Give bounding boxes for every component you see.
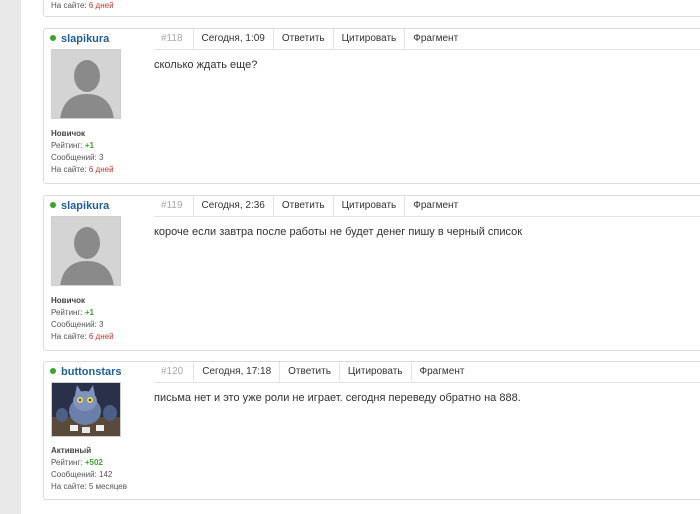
author-messages: Сообщений: 3: [51, 153, 104, 162]
author-rating: Рейтинг: +1: [51, 141, 94, 150]
quote-button[interactable]: Цитировать: [332, 29, 405, 49]
previous-post-stub: На сайте: 6 дней: [43, 0, 700, 17]
post-message: короче если завтра после работы не будет…: [154, 226, 523, 238]
author-rating: Рейтинг: +502: [51, 458, 103, 467]
online-status-icon: [50, 35, 56, 41]
author-messages: Сообщений: 142: [51, 470, 113, 479]
author-messages: Сообщений: 3: [51, 320, 104, 329]
online-status-icon: [50, 368, 56, 374]
fragment-button[interactable]: Фрагмент: [410, 362, 473, 382]
reply-button[interactable]: Ответить: [272, 196, 333, 216]
author-rating: Рейтинг: +1: [51, 308, 94, 317]
avatar[interactable]: [51, 49, 121, 119]
forum-post-119: slapikura Новичок Рейтинг: +1 Сообщений:…: [43, 195, 700, 351]
post-time: Сегодня, 1:09: [192, 29, 273, 49]
post-author-block: slapikura Новичок Рейтинг: +1 Сообщений:…: [44, 29, 149, 183]
post-toolbar: #118 Сегодня, 1:09 Ответить Цитировать Фрагм…: [154, 29, 700, 50]
post-number-link[interactable]: #120: [154, 362, 193, 382]
post-number-link[interactable]: #119: [154, 196, 193, 216]
author-name-link[interactable]: slapikura: [50, 32, 109, 46]
author-online: На сайте: 6 дней: [51, 332, 114, 341]
post-time: Сегодня, 2:36: [192, 196, 273, 216]
default-avatar-icon: [52, 50, 120, 118]
author-stats: Активный Рейтинг: +502 Сообщений: 142 На…: [51, 445, 127, 493]
fragment-button[interactable]: Фрагмент: [404, 196, 466, 216]
quote-button[interactable]: Цитировать: [332, 196, 405, 216]
left-gutter: [0, 0, 21, 514]
post-time: Сегодня, 17:18: [193, 362, 279, 382]
avatar[interactable]: [51, 216, 121, 286]
author-online: На сайте: 5 месяцев: [51, 482, 128, 491]
author-rank: Новичок: [51, 296, 86, 305]
post-toolbar: #120 Сегодня, 17:18 Ответить Цитировать Фраг…: [154, 362, 700, 383]
post-message: письма нет и это уже роли не играет. сег…: [154, 392, 521, 404]
fragment-button[interactable]: Фрагмент: [404, 29, 466, 49]
avatar[interactable]: [51, 382, 121, 437]
post-message: сколько ждать еще?: [154, 59, 258, 71]
forum-post-120: buttonstars Активный Рейтинг: +502 Сообщ…: [43, 361, 700, 500]
post-author-block: slapikura Новичок Рейтинг: +1 Сообщений:…: [44, 196, 149, 350]
online-status-icon: [50, 202, 56, 208]
author-rank: Новичок: [51, 129, 86, 138]
author-stats: Новичок Рейтинг: +1 Сообщений: 3 На сайт…: [51, 128, 114, 176]
author-rank: Активный: [51, 446, 92, 455]
author-name-link[interactable]: buttonstars: [50, 365, 122, 379]
post-toolbar: #119 Сегодня, 2:36 Ответить Цитировать Фрагм…: [154, 196, 700, 217]
forum-post-118: slapikura Новичок Рейтинг: +1 Сообщений:…: [43, 28, 700, 184]
post-author-block: buttonstars Активный Рейтинг: +502 Сообщ…: [44, 362, 149, 499]
post-number-link[interactable]: #118: [154, 29, 193, 49]
quote-button[interactable]: Цитировать: [338, 362, 411, 382]
author-stats: Новичок Рейтинг: +1 Сообщений: 3 На сайт…: [51, 295, 114, 343]
reply-button[interactable]: Ответить: [279, 362, 339, 382]
author-name-link[interactable]: slapikura: [50, 199, 109, 213]
cat-avatar-icon: [52, 383, 120, 436]
previous-post-online: На сайте: 6 дней: [51, 1, 114, 10]
reply-button[interactable]: Ответить: [272, 29, 333, 49]
author-online: На сайте: 6 дней: [51, 165, 114, 174]
default-avatar-icon: [52, 217, 120, 285]
